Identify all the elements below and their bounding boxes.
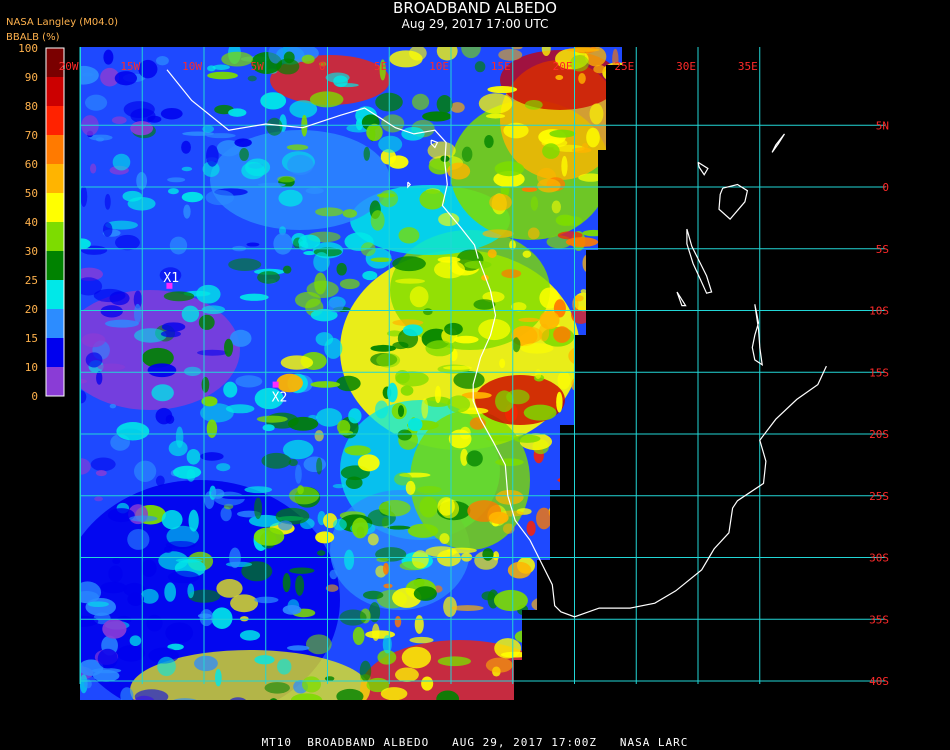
longitude-label: 20E [553, 60, 573, 73]
longitude-label: 15E [491, 60, 511, 73]
latitude-label: 30S [869, 552, 889, 565]
latitude-labels: 5N 0 5S 10S 15S 20S 25S 30S 35S 40S [869, 119, 889, 688]
longitude-label: 10W [182, 60, 202, 73]
latitude-label: 20S [869, 428, 889, 441]
latitude-label: 25S [869, 490, 889, 503]
longitude-label: 10E [429, 60, 449, 73]
longitude-label: 30E [676, 60, 696, 73]
longitude-label: 5E [374, 60, 387, 73]
albedo-map: 5N05S10S15S20S25S30S35S40S 20W 15W 10W 5W 0 5… [59, 47, 889, 700]
longitude-label: 35E [738, 60, 758, 73]
latitude-label: 15S [869, 366, 889, 379]
longitude-label: 20W [59, 60, 79, 73]
site-marker-label: X2 [272, 391, 288, 406]
latitude-label: 5S [876, 243, 889, 256]
albedo-swath [80, 47, 622, 700]
latitude-label: 35S [869, 613, 889, 626]
latitude-label: 40S [869, 675, 889, 688]
latitude-label: 5N [876, 119, 889, 132]
latitude-label: 0 [882, 181, 889, 194]
longitude-label: 25E [614, 60, 634, 73]
site-marker [272, 381, 279, 388]
site-marker-label: X1 [163, 271, 179, 286]
longitude-label: 0 [319, 60, 326, 73]
longitude-label: 15W [120, 60, 140, 73]
longitude-label: 5W [251, 60, 265, 73]
latitude-label: 10S [869, 305, 889, 318]
footer-caption: MT10 BROADBAND ALBEDO AUG 29, 2017 17:00… [261, 736, 689, 749]
